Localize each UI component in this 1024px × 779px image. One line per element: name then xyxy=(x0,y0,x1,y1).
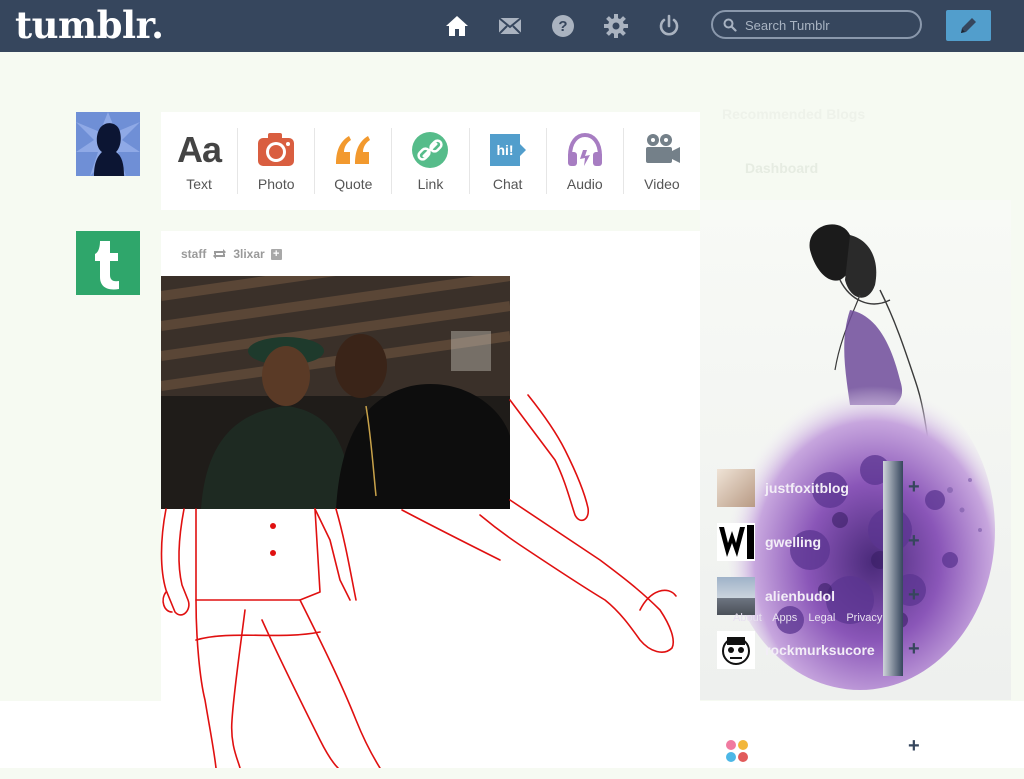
sidebar-background-illustration xyxy=(700,200,1011,700)
compose-button[interactable] xyxy=(946,10,991,41)
follow-plus-icon[interactable]: + xyxy=(908,584,920,607)
mail-icon[interactable] xyxy=(497,13,523,39)
plus-icon[interactable]: + xyxy=(270,248,282,260)
headphones-icon xyxy=(567,132,602,166)
footer-link[interactable]: Apps xyxy=(772,612,797,624)
reblogged-from[interactable]: 3lixar xyxy=(233,247,264,261)
blog-name[interactable]: gwelling xyxy=(765,534,821,550)
staff-avatar[interactable] xyxy=(76,231,140,295)
pencil-icon xyxy=(961,18,976,33)
search-icon xyxy=(723,18,737,32)
svg-text:hi!: hi! xyxy=(496,142,513,158)
post-type-label: Link xyxy=(417,176,444,192)
follow-plus-icon[interactable]: + xyxy=(908,530,920,553)
blog-name[interactable]: rockmurksucore xyxy=(765,642,875,658)
quote-icon xyxy=(336,136,371,164)
post-type-link[interactable]: Link xyxy=(392,128,470,194)
recommended-blog-item[interactable]: gwelling + xyxy=(717,523,920,565)
post-type-photo[interactable]: Photo xyxy=(238,128,316,194)
post-type-audio[interactable]: Audio xyxy=(547,128,624,194)
post-type-label: Chat xyxy=(492,176,523,192)
post-type-text[interactable]: Aa Text xyxy=(161,128,239,194)
follow-plus-icon[interactable]: + xyxy=(908,735,920,758)
post-type-bar: Aa Text Photo Quote Link hi! Chat Audio … xyxy=(161,112,700,210)
blog-avatar xyxy=(717,469,755,507)
blog-avatar xyxy=(725,739,749,763)
blog-avatar xyxy=(717,523,755,561)
blog-avatar xyxy=(717,577,755,615)
post-type-label: Quote xyxy=(334,176,373,192)
sidebar-footer-links: About Apps Legal Privacy xyxy=(733,612,890,624)
follow-plus-icon[interactable]: + xyxy=(908,638,920,661)
help-icon[interactable]: ? xyxy=(550,13,576,39)
svg-text:?: ? xyxy=(558,18,567,35)
sidebar-ghost-line: Dashboard xyxy=(745,160,819,176)
camera-icon xyxy=(258,133,295,166)
text-aa-icon: Aa xyxy=(177,129,222,170)
blog-avatar xyxy=(717,631,755,669)
power-icon[interactable] xyxy=(656,13,682,39)
post-header: staff 3lixar + xyxy=(181,247,282,261)
recommended-blog-item[interactable]: + xyxy=(717,735,920,779)
post-type-quote[interactable]: Quote xyxy=(315,128,393,194)
post-type-label: Audio xyxy=(566,176,603,192)
user-avatar[interactable] xyxy=(76,112,140,176)
post-author[interactable]: staff xyxy=(181,247,206,261)
footer-link[interactable]: Legal xyxy=(808,612,835,624)
link-icon xyxy=(412,132,449,168)
settings-icon[interactable] xyxy=(603,13,629,39)
recommended-blog-item[interactable]: rockmurksucore + xyxy=(717,631,920,673)
chat-icon: hi! xyxy=(489,134,526,166)
post-type-chat[interactable]: hi! Chat xyxy=(470,128,547,194)
follow-plus-icon[interactable]: + xyxy=(908,476,920,499)
post-photo[interactable] xyxy=(161,276,510,509)
post-type-label: Video xyxy=(644,176,680,192)
reblog-icon xyxy=(213,249,227,259)
post-type-label: Text xyxy=(186,176,212,192)
blog-name[interactable]: alienbudol xyxy=(765,588,835,604)
search-box xyxy=(711,10,922,39)
footer-link[interactable]: Privacy xyxy=(846,612,882,624)
post-type-label: Photo xyxy=(257,176,295,192)
sidebar-ghost-heading: Recommended Blogs xyxy=(722,106,866,122)
recommended-blog-item[interactable]: justfoxitblog + xyxy=(717,469,920,511)
home-icon[interactable] xyxy=(444,13,470,39)
video-camera-icon xyxy=(645,134,680,163)
footer-link[interactable]: About xyxy=(733,612,762,624)
post-type-video[interactable]: Video xyxy=(624,128,700,194)
blog-name[interactable]: justfoxitblog xyxy=(765,480,849,496)
tumblr-logo[interactable]: tumblr. xyxy=(15,3,164,47)
top-navigation-bar: tumblr. ? xyxy=(0,0,1024,52)
dashboard-post: staff 3lixar + xyxy=(161,231,700,701)
search-input[interactable] xyxy=(743,15,917,36)
